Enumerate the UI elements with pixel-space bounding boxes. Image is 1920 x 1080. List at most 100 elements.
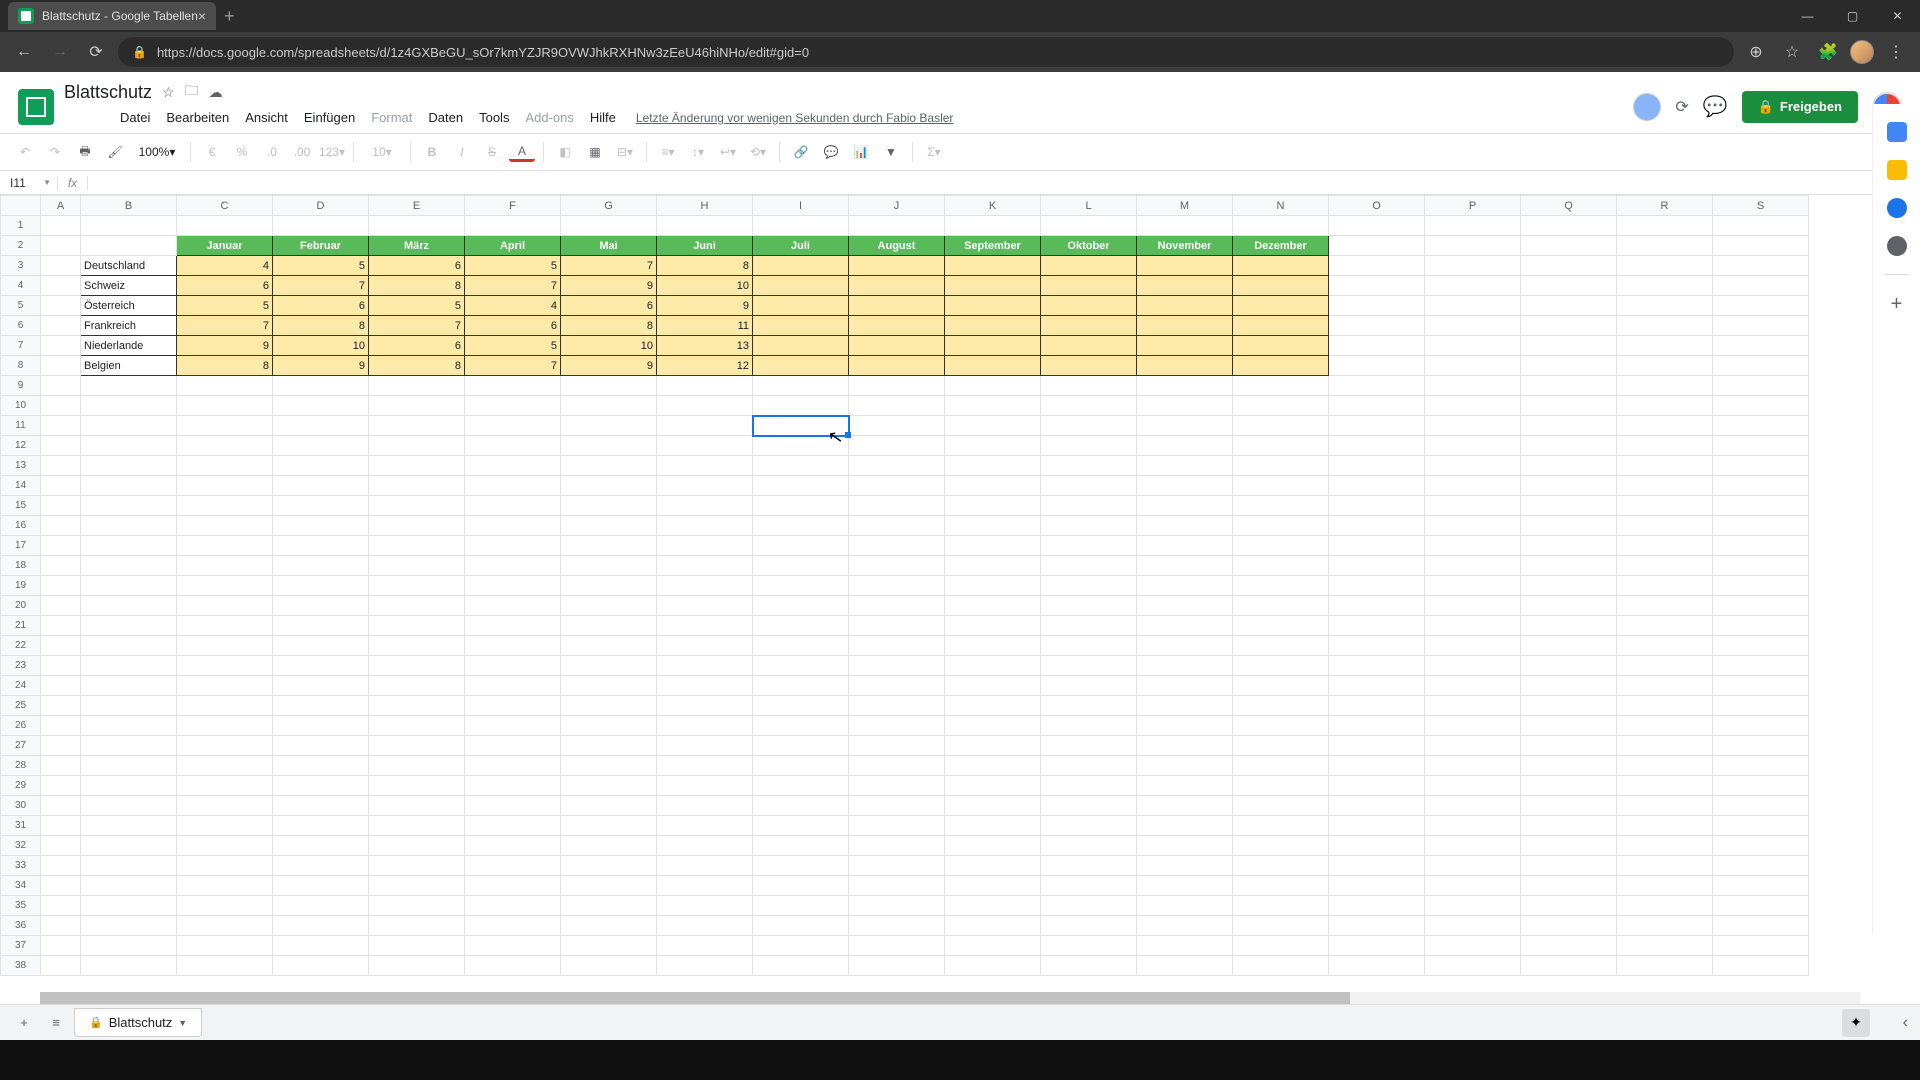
menu-ansicht[interactable]: Ansicht [239, 108, 294, 127]
cell[interactable] [465, 956, 561, 976]
column-header[interactable]: H [657, 196, 753, 216]
column-header[interactable]: O [1329, 196, 1425, 216]
cell[interactable] [1233, 836, 1329, 856]
cell[interactable] [465, 676, 561, 696]
cell[interactable] [1041, 456, 1137, 476]
cell[interactable] [1425, 276, 1521, 296]
cell[interactable] [177, 876, 273, 896]
cell[interactable] [1041, 596, 1137, 616]
cell[interactable] [945, 676, 1041, 696]
cell[interactable] [41, 936, 81, 956]
cell[interactable] [1425, 936, 1521, 956]
cell[interactable] [465, 776, 561, 796]
cell[interactable] [1329, 936, 1425, 956]
cell[interactable] [1329, 676, 1425, 696]
cell[interactable]: Österreich [81, 296, 177, 316]
cell[interactable] [41, 496, 81, 516]
cell[interactable] [753, 676, 849, 696]
strike-button[interactable]: S [479, 139, 505, 165]
cell[interactable] [1521, 236, 1617, 256]
cell[interactable] [1233, 356, 1329, 376]
cell[interactable] [1617, 736, 1713, 756]
cell[interactable] [1233, 516, 1329, 536]
cell[interactable] [753, 316, 849, 336]
cell[interactable] [753, 656, 849, 676]
cell[interactable] [849, 856, 945, 876]
cell[interactable] [1617, 216, 1713, 236]
cell[interactable] [1521, 316, 1617, 336]
collaborator-avatar[interactable] [1633, 93, 1661, 121]
cell[interactable] [945, 816, 1041, 836]
cell[interactable] [273, 476, 369, 496]
cell[interactable] [849, 936, 945, 956]
cell[interactable] [1329, 776, 1425, 796]
document-title[interactable]: Blattschutz [64, 82, 152, 103]
forward-button[interactable]: → [46, 38, 74, 66]
cell[interactable] [753, 636, 849, 656]
cell[interactable] [1041, 556, 1137, 576]
cell[interactable]: 5 [465, 336, 561, 356]
cell[interactable] [41, 376, 81, 396]
cell[interactable] [273, 516, 369, 536]
menu-format[interactable]: Format [365, 108, 418, 127]
cell[interactable] [945, 256, 1041, 276]
wrap-button[interactable]: ↩▾ [715, 139, 741, 165]
cell[interactable] [1329, 216, 1425, 236]
cell[interactable] [1137, 376, 1233, 396]
cell[interactable] [753, 216, 849, 236]
cell[interactable] [1617, 796, 1713, 816]
cell[interactable] [177, 696, 273, 716]
cell[interactable] [369, 636, 465, 656]
cell[interactable] [1713, 676, 1809, 696]
cell[interactable] [561, 396, 657, 416]
cell[interactable] [41, 636, 81, 656]
row-header[interactable]: 37 [1, 936, 41, 956]
cell[interactable] [1521, 556, 1617, 576]
cell[interactable] [41, 296, 81, 316]
cell[interactable] [1041, 356, 1137, 376]
row-header[interactable]: 35 [1, 896, 41, 916]
cell[interactable] [81, 436, 177, 456]
cell[interactable] [1233, 496, 1329, 516]
cell[interactable] [1521, 396, 1617, 416]
cell[interactable] [1425, 556, 1521, 576]
cell[interactable] [1329, 256, 1425, 276]
cell[interactable] [1521, 356, 1617, 376]
cell[interactable] [945, 756, 1041, 776]
move-icon[interactable]: 🗀 [185, 80, 199, 104]
cell[interactable] [1521, 916, 1617, 936]
cell[interactable] [1713, 536, 1809, 556]
cell[interactable] [945, 776, 1041, 796]
redo-button[interactable]: ↷ [42, 139, 68, 165]
cell[interactable] [945, 216, 1041, 236]
cell[interactable] [1137, 716, 1233, 736]
cell[interactable] [1137, 296, 1233, 316]
cell[interactable] [41, 396, 81, 416]
cell[interactable] [273, 916, 369, 936]
cell[interactable] [465, 436, 561, 456]
cell[interactable] [849, 376, 945, 396]
cell[interactable] [1425, 296, 1521, 316]
cell[interactable] [1713, 276, 1809, 296]
cell[interactable] [657, 636, 753, 656]
cell[interactable] [753, 796, 849, 816]
cell[interactable] [177, 776, 273, 796]
cell[interactable] [369, 776, 465, 796]
cell[interactable] [1137, 536, 1233, 556]
cell[interactable] [1137, 896, 1233, 916]
cell[interactable] [1329, 376, 1425, 396]
cell[interactable]: November [1137, 236, 1233, 256]
cell[interactable] [753, 836, 849, 856]
cell[interactable] [945, 896, 1041, 916]
cell[interactable] [1425, 476, 1521, 496]
cell[interactable] [945, 656, 1041, 676]
cell[interactable] [1713, 796, 1809, 816]
cell[interactable] [369, 716, 465, 736]
cell[interactable] [1137, 216, 1233, 236]
cell[interactable] [1425, 596, 1521, 616]
functions-button[interactable]: Σ▾ [921, 139, 947, 165]
cell[interactable] [369, 956, 465, 976]
cell[interactable] [1137, 356, 1233, 376]
cell[interactable] [273, 696, 369, 716]
add-sheet-button[interactable]: + [10, 1009, 38, 1037]
